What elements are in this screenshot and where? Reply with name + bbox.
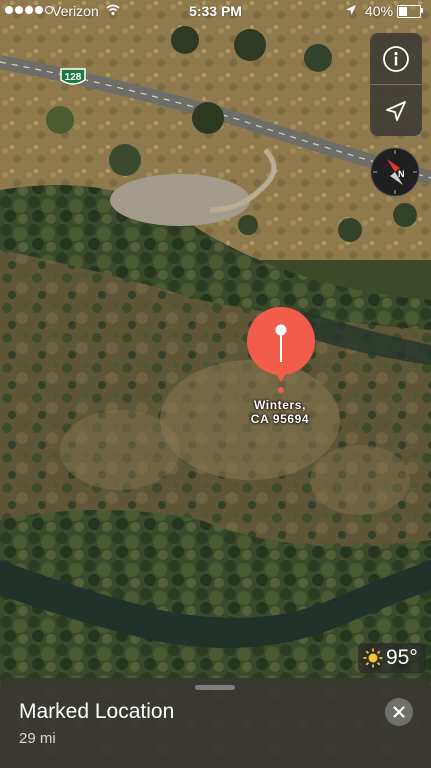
pin-address-label: Winters, CA 95694 <box>230 398 330 426</box>
sheet-grabber[interactable] <box>195 685 235 690</box>
info-icon <box>383 45 409 72</box>
compass-north-letter: N <box>398 169 405 179</box>
place-distance: 29 mi <box>19 730 56 747</box>
place-card[interactable]: Marked Location 29 mi <box>0 678 431 768</box>
map-controls <box>370 33 422 136</box>
place-title: Marked Location <box>19 700 175 723</box>
battery-icon <box>397 5 421 18</box>
route-shield-number: 128 <box>65 72 82 83</box>
location-services-icon <box>346 5 356 15</box>
battery-percent: 40% <box>365 3 394 19</box>
temperature: 95° <box>386 646 418 669</box>
location-arrow-icon <box>386 100 406 121</box>
close-button[interactable] <box>385 698 413 726</box>
sun-icon <box>363 648 383 668</box>
pin-label-city: Winters, <box>253 398 307 412</box>
compass-button[interactable]: N <box>370 147 420 197</box>
location-pin[interactable] <box>244 306 318 394</box>
weather-badge: 95° <box>358 643 426 673</box>
status-bar: Verizon 5:33 PM 40% <box>0 0 431 22</box>
info-button[interactable] <box>370 33 422 84</box>
close-icon <box>393 706 405 718</box>
pin-label-zip: CA 95694 <box>250 412 310 426</box>
tracking-button[interactable] <box>370 85 422 136</box>
route-128-shield: 128 <box>60 68 86 85</box>
